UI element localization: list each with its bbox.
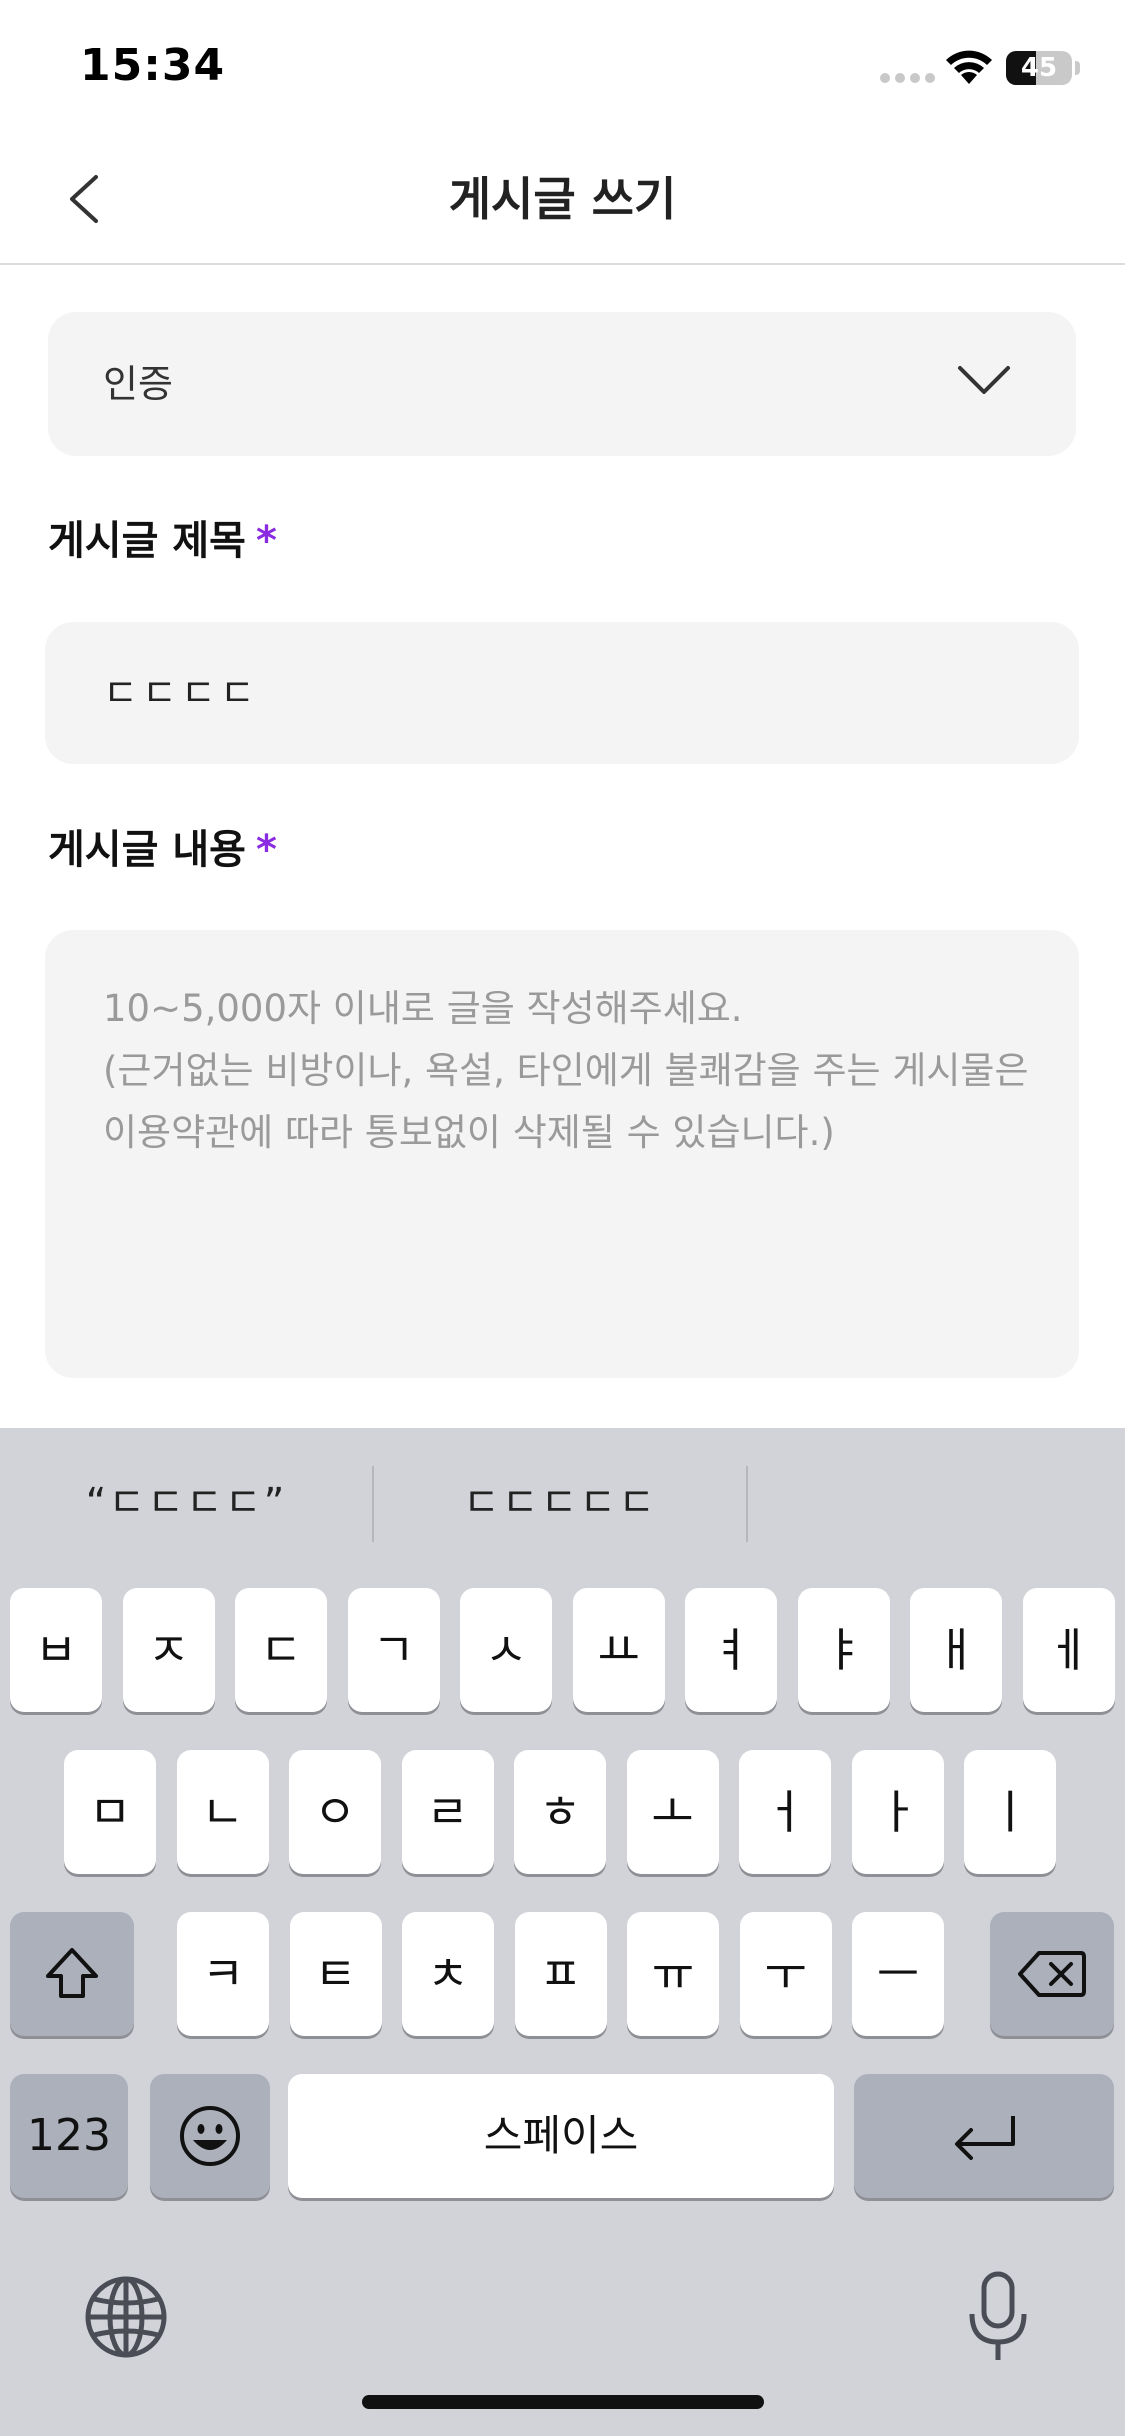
letter-key-label: ㅌ — [314, 1947, 357, 2001]
letter-key-label: ㄱ — [372, 1623, 415, 1677]
letter-key-label: ㅗ — [651, 1785, 694, 1839]
letter-key-label: ㅋ — [201, 1947, 245, 2001]
letter-key-label: ㅇ — [313, 1785, 357, 1839]
letter-key[interactable]: ㄹ — [401, 1750, 494, 1874]
content-section-label: 게시글 내용 * — [48, 817, 277, 875]
space-key[interactable]: 스페이스 — [288, 2074, 834, 2198]
korean-keyboard: “ㄷㄷㄷㄷ” ㄷㄷㄷㄷㄷ ㅂ ㅈ ㄷ ㄱ ㅅ ㅛ ㅕ ㅑ ㅐ ㅔ ㅁ ㄴ ㅇ ㄹ ㅎ ㅗ ㅓ ㅏ ㅣ ㅋ ㅌ ㅊ ㅍ ㅠ ㅜ… — [0, 1428, 1125, 2436]
letter-key-label: ㅕ — [709, 1623, 753, 1677]
letter-key-label: ㅓ — [763, 1785, 807, 1839]
battery-level: 45 — [1020, 53, 1058, 83]
letter-key-label: ㅐ — [934, 1623, 978, 1677]
letter-key[interactable]: ㅏ — [851, 1750, 944, 1874]
letter-key[interactable]: ㅠ — [627, 1912, 719, 2036]
status-bar: 15:34 45 — [0, 0, 1125, 135]
battery-tip — [1075, 61, 1080, 75]
letter-key[interactable]: ㅡ — [852, 1912, 944, 2036]
letter-key[interactable]: ㅊ — [402, 1912, 494, 2036]
letter-key-label: ㅜ — [764, 1947, 807, 2001]
letter-key-label: ㅅ — [484, 1623, 528, 1677]
letter-key-label: ㄷ — [259, 1623, 303, 1677]
letter-key[interactable]: ㅅ — [460, 1588, 552, 1712]
battery-icon: 45 — [1006, 51, 1072, 85]
home-indicator — [362, 2395, 764, 2409]
return-icon — [955, 2116, 1015, 2160]
required-mark: * — [255, 518, 277, 564]
suggestion-bar: “ㄷㄷㄷㄷ” ㄷㄷㄷㄷㄷ — [0, 1428, 1125, 1578]
letter-key[interactable]: ㅇ — [289, 1750, 381, 1874]
chevron-down-icon — [958, 366, 1010, 394]
numbers-key-label: 123 — [27, 2110, 111, 2161]
content-placeholder: 10~5,000자 이내로 글을 작성해주세요. (근거없는 비방이나, 욕설,… — [103, 987, 1029, 1154]
letter-key[interactable]: ㅈ — [122, 1588, 215, 1712]
category-dropdown[interactable]: 인증 — [48, 312, 1076, 456]
title-section-label: 게시글 제목 * — [48, 508, 277, 566]
numbers-key[interactable]: 123 — [10, 2074, 128, 2198]
content-label-text: 게시글 내용 — [48, 827, 246, 873]
letter-key-label: ㅛ — [597, 1623, 640, 1677]
backspace-key[interactable] — [990, 1912, 1114, 2036]
microphone-icon[interactable] — [966, 2270, 1030, 2364]
letter-key[interactable]: ㅌ — [289, 1912, 382, 2036]
letter-key-label: ㅍ — [539, 1947, 582, 2001]
letter-key-label: ㅂ — [34, 1623, 78, 1677]
navigation-bar: 게시글 쓰기 — [0, 135, 1125, 265]
content-textarea[interactable]: 10~5,000자 이내로 글을 작성해주세요. (근거없는 비방이나, 욕설,… — [45, 930, 1079, 1378]
letter-key[interactable]: ㅛ — [572, 1588, 665, 1712]
letter-key[interactable]: ㅜ — [739, 1912, 832, 2036]
letter-key-label: ㄴ — [201, 1785, 244, 1839]
letter-key[interactable]: ㅂ — [10, 1588, 102, 1712]
letter-key[interactable]: ㄴ — [176, 1750, 269, 1874]
title-input-value: ㄷㄷㄷㄷ — [103, 671, 259, 715]
wifi-icon — [946, 50, 992, 84]
shift-key[interactable] — [10, 1912, 134, 2036]
letter-key[interactable]: ㅋ — [177, 1912, 269, 2036]
category-selected-value: 인증 — [103, 362, 173, 406]
letter-key[interactable]: ㅐ — [910, 1588, 1002, 1712]
letter-key-label: ㅊ — [426, 1947, 470, 2001]
suggestion-divider — [746, 1466, 748, 1542]
space-key-label: 스페이스 — [483, 2111, 639, 2160]
letter-key[interactable]: ㅁ — [64, 1750, 156, 1874]
letter-key-label: ㅈ — [147, 1623, 190, 1677]
letter-key[interactable]: ㅍ — [514, 1912, 607, 2036]
globe-icon[interactable] — [84, 2275, 168, 2359]
letter-key[interactable]: ㅎ — [514, 1750, 606, 1874]
letter-key[interactable]: ㅑ — [797, 1588, 890, 1712]
page-title: 게시글 쓰기 — [448, 172, 677, 226]
letter-key[interactable]: ㅕ — [685, 1588, 777, 1712]
letter-key[interactable]: ㅗ — [626, 1750, 719, 1874]
shift-icon — [46, 1948, 98, 1998]
emoji-key[interactable] — [150, 2074, 270, 2198]
letter-key-label: ㅎ — [538, 1785, 582, 1839]
title-label-text: 게시글 제목 — [48, 518, 246, 564]
letter-key-label: ㄹ — [426, 1785, 469, 1839]
suggestion-item[interactable]: ㄷㄷㄷㄷㄷ — [374, 1428, 746, 1578]
letter-key-label: ㅁ — [88, 1785, 132, 1839]
letter-key[interactable]: ㄷ — [235, 1588, 327, 1712]
letter-key[interactable]: ㅓ — [739, 1750, 831, 1874]
back-button[interactable] — [50, 159, 130, 239]
letter-key-label: ㅑ — [822, 1623, 865, 1677]
status-time: 15:34 — [80, 40, 226, 91]
return-key[interactable] — [854, 2074, 1114, 2198]
cellular-signal-icon — [880, 73, 935, 83]
title-input[interactable]: ㄷㄷㄷㄷ — [45, 622, 1079, 764]
letter-key-label: ㅣ — [988, 1785, 1032, 1839]
letter-key[interactable]: ㄱ — [347, 1588, 440, 1712]
compose-post-screen: 15:34 45 게시글 쓰기 인증 게시글 제목 * ㄷㄷㄷㄷ 게시글 내용 … — [0, 0, 1125, 2436]
letter-key-label: ㅔ — [1047, 1623, 1090, 1677]
chevron-left-icon — [70, 175, 98, 223]
suggestion-item[interactable]: “ㄷㄷㄷㄷ” — [0, 1428, 372, 1578]
emoji-icon — [180, 2106, 240, 2166]
letter-key-label: ㅡ — [876, 1947, 920, 2001]
backspace-icon — [1018, 1951, 1086, 1997]
letter-key[interactable]: ㅣ — [964, 1750, 1056, 1874]
letter-key-label: ㅏ — [876, 1785, 919, 1839]
letter-key-label: ㅠ — [651, 1947, 695, 2001]
required-mark: * — [255, 827, 277, 873]
letter-key[interactable]: ㅔ — [1022, 1588, 1115, 1712]
